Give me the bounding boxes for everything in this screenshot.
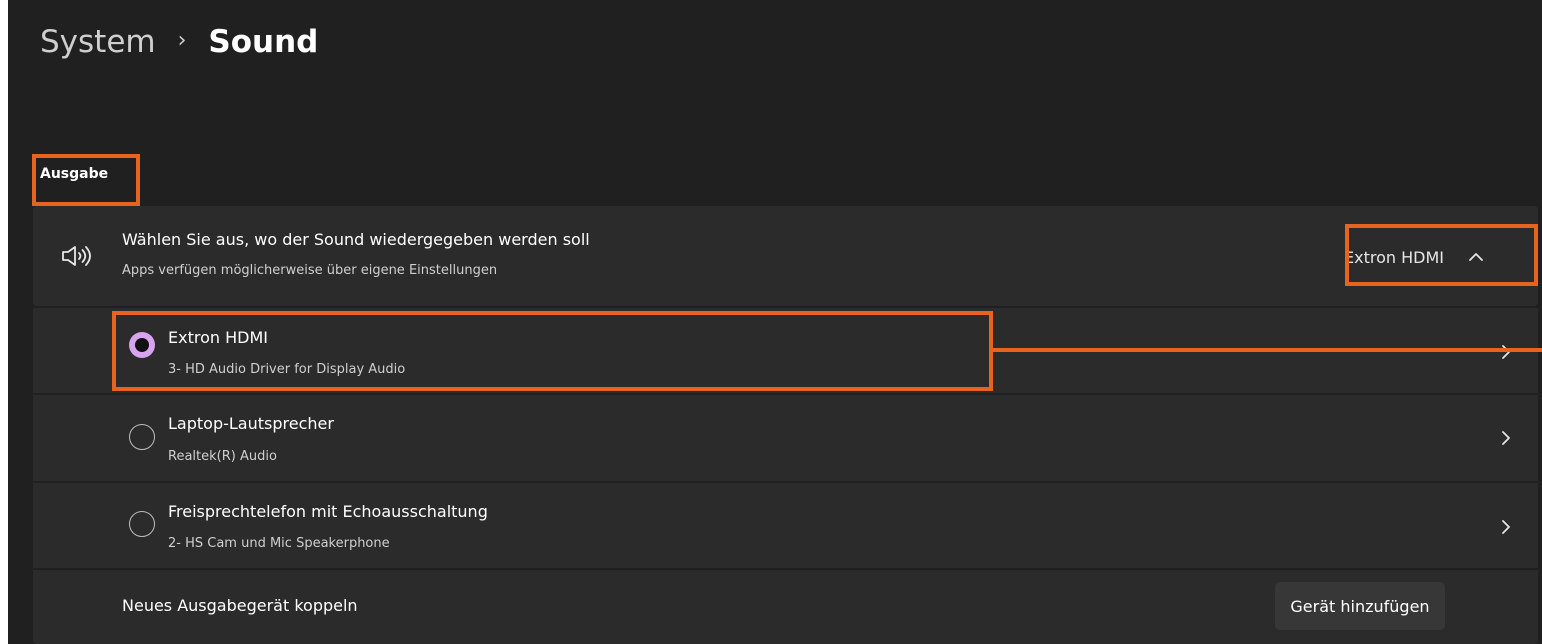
device-name: Laptop-Lautsprecher [168,414,334,433]
radio-laptop-speaker[interactable] [129,424,155,450]
section-title-output: Ausgabe [40,166,109,182]
device-driver: 2- HS Cam und Mic Speakerphone [168,536,390,551]
breadcrumb-system[interactable]: System [40,20,156,64]
radio-extron-hdmi[interactable] [129,332,155,358]
output-device-dropdown[interactable]: Extron HDMI [1344,242,1484,272]
device-driver: 3- HD Audio Driver for Display Audio [168,362,406,377]
breadcrumb: System › Sound [40,20,318,64]
radio-speakerphone[interactable] [129,511,155,537]
highlight-connector-line [992,348,1542,352]
chevron-right-icon[interactable] [1501,430,1511,446]
pair-device-label: Neues Ausgabegerät koppeln [122,596,358,615]
selector-title: Wählen Sie aus, wo der Sound wiedergegeb… [122,230,590,249]
selector-subtitle: Apps verfügen möglicherweise über eigene… [122,263,498,278]
output-device-selector[interactable]: Wählen Sie aus, wo der Sound wiedergegeb… [33,206,1538,306]
chevron-up-icon[interactable] [1468,252,1484,262]
page-title: Sound [208,24,319,60]
dropdown-selected-value: Extron HDMI [1344,247,1444,267]
device-row-speakerphone[interactable]: Freisprechtelefon mit Echoausschaltung 2… [33,483,1538,568]
add-device-button[interactable]: Gerät hinzufügen [1275,582,1445,630]
sound-settings-window: System › Sound Ausgabe Wählen Sie aus, w… [8,0,1542,644]
device-name: Freisprechtelefon mit Echoausschaltung [168,502,488,521]
speaker-icon [62,246,91,266]
chevron-right-icon[interactable] [1501,344,1511,360]
pair-new-device-row: Neues Ausgabegerät koppeln Gerät hinzufü… [33,570,1538,644]
breadcrumb-separator-icon: › [177,28,187,53]
device-row-laptop-speaker[interactable]: Laptop-Lautsprecher Realtek(R) Audio [33,395,1538,481]
device-name: Extron HDMI [168,328,268,347]
device-driver: Realtek(R) Audio [168,449,277,464]
chevron-right-icon[interactable] [1501,519,1511,535]
